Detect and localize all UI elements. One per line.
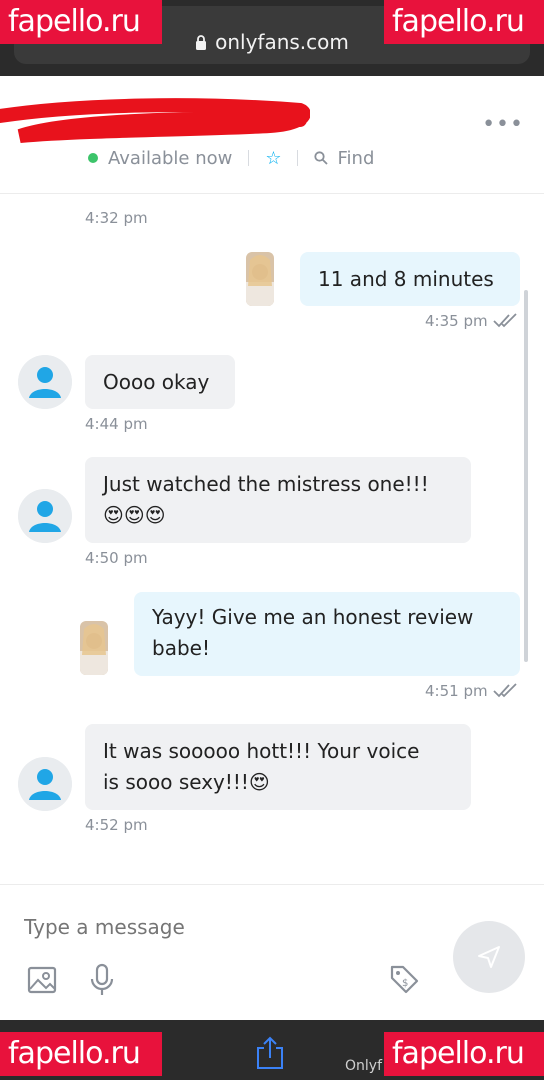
sender-thumbnail	[80, 621, 108, 675]
message-text: Yayy! Give me an honest review	[152, 605, 474, 629]
avatar[interactable]	[18, 355, 72, 409]
sender-thumbnail	[246, 252, 274, 306]
divider	[248, 150, 250, 166]
availability-status: Available now	[108, 147, 233, 169]
message-text: It was sooooo hott!!! Your voice	[103, 739, 420, 763]
message-time: 4:44 pm	[85, 415, 148, 433]
watermark: fapello.ru	[384, 0, 544, 44]
double-check-icon	[493, 313, 517, 328]
message-text: 11 and 8 minutes	[318, 267, 494, 291]
share-icon[interactable]	[254, 1036, 286, 1070]
image-icon[interactable]	[26, 963, 58, 997]
status-row: Available now ☆ Find	[88, 146, 374, 170]
microphone-icon[interactable]	[86, 963, 118, 997]
send-icon	[478, 946, 500, 968]
message-time: 4:35 pm	[425, 312, 488, 330]
svg-text:$: $	[402, 978, 408, 989]
online-dot-icon	[88, 153, 98, 163]
incoming-message[interactable]: Oooo okay	[85, 355, 235, 409]
user-avatar-icon	[18, 757, 72, 811]
more-dots-icon[interactable]: •••	[482, 112, 524, 137]
watermark: fapello.ru	[384, 1032, 544, 1076]
scrollbar[interactable]	[524, 290, 528, 662]
composer: $	[0, 884, 544, 1020]
user-avatar-icon	[18, 489, 72, 543]
message-list[interactable]: 4:32 pm 11 and 8 minutes 4:35 pm Oooo ok…	[0, 194, 544, 884]
watermark: fapello.ru	[0, 1032, 162, 1076]
star-icon[interactable]: ☆	[265, 148, 281, 169]
user-avatar-icon	[18, 355, 72, 409]
url-text: onlyfans.com	[215, 30, 349, 54]
double-check-icon	[493, 683, 517, 698]
watermark: fapello.ru	[0, 0, 162, 44]
find-button[interactable]: Find	[337, 148, 374, 169]
lock-icon	[196, 35, 207, 50]
avatar[interactable]	[18, 757, 72, 811]
message-text: Just watched the mistress one!!!	[103, 472, 429, 496]
message-emoji: 😍😍😍	[103, 503, 166, 527]
message-time: 4:32 pm	[85, 209, 148, 227]
incoming-message[interactable]: Just watched the mistress one!!! 😍😍😍	[85, 457, 471, 543]
price-tag-icon[interactable]: $	[388, 963, 420, 997]
send-button[interactable]	[453, 921, 525, 993]
message-text: is sooo sexy!!!😍	[103, 770, 270, 794]
divider	[297, 150, 299, 166]
message-text: Oooo okay	[103, 370, 210, 394]
outgoing-message[interactable]: 11 and 8 minutes	[300, 252, 520, 306]
outgoing-message[interactable]: Yayy! Give me an honest review babe!	[134, 592, 520, 676]
message-time: 4:50 pm	[85, 549, 148, 567]
message-time: 4:52 pm	[85, 816, 148, 834]
message-input[interactable]	[24, 915, 384, 939]
chat-header: ••• Available now ☆ Find	[0, 76, 544, 194]
message-text: babe!	[152, 636, 210, 660]
redacted-username-scribble	[0, 98, 310, 143]
incoming-message[interactable]: It was sooooo hott!!! Your voice is sooo…	[85, 724, 471, 810]
bottom-site-label: Onlyf	[345, 1058, 382, 1074]
search-icon	[314, 151, 329, 165]
message-time: 4:51 pm	[425, 682, 488, 700]
avatar[interactable]	[18, 489, 72, 543]
